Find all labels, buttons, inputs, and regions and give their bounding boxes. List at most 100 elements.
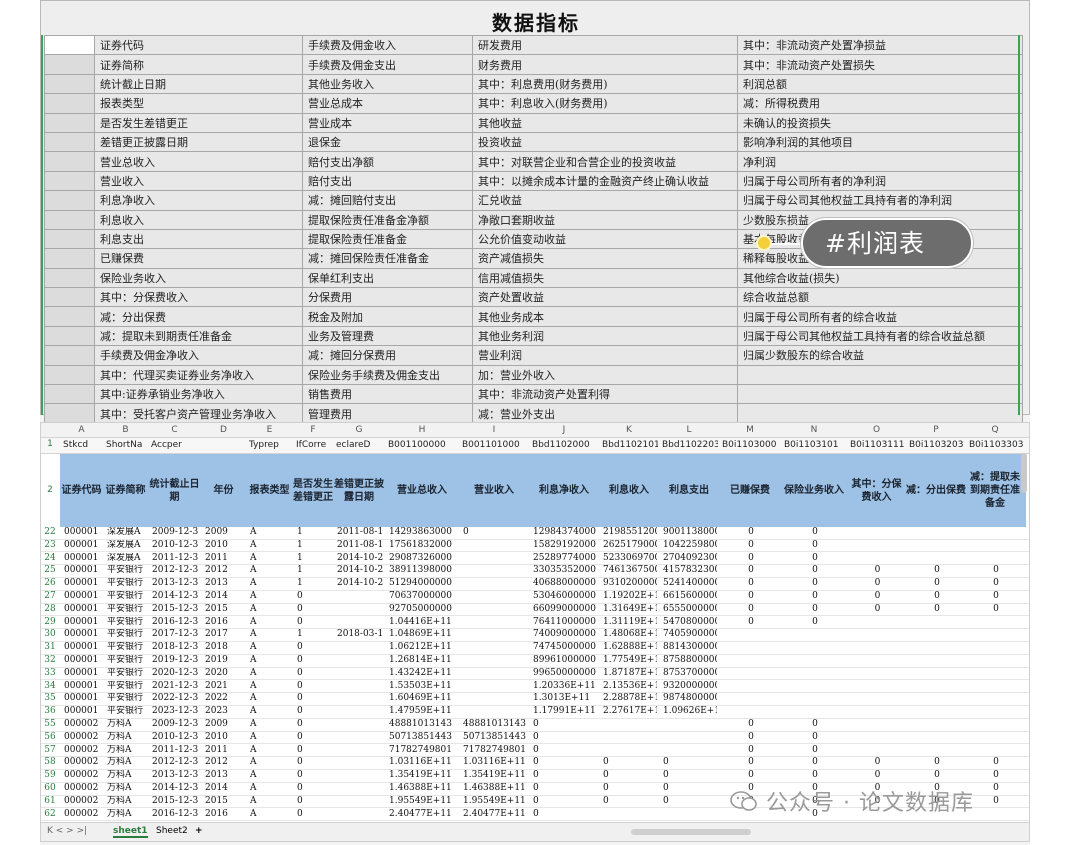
table-cell[interactable]: 2010	[205, 540, 244, 552]
table-cell[interactable]	[603, 719, 657, 731]
table-cell[interactable]: 0	[603, 770, 657, 782]
indicator-cell[interactable]	[737, 384, 1023, 405]
indicator-cell[interactable]: 归属于母公司所有者的净利润	[737, 170, 1023, 192]
table-cell[interactable]: 平安银行	[107, 668, 146, 680]
table-cell[interactable]	[851, 655, 904, 667]
table-cell[interactable]	[851, 553, 904, 565]
table-cell[interactable]: 70637000000	[389, 591, 457, 603]
table-cell[interactable]	[970, 540, 1022, 552]
field-code-cell[interactable]: B0i1103000	[722, 439, 780, 452]
field-code-cell[interactable]: Bbd1102203	[662, 439, 718, 452]
indicator-cell[interactable]: 投资收益	[472, 131, 738, 153]
indicator-cell[interactable]: 营业成本	[302, 112, 473, 133]
table-cell[interactable]: 0	[785, 578, 845, 590]
table-cell[interactable]: 0	[785, 617, 845, 629]
table-cell[interactable]: 0	[970, 770, 1022, 782]
column-letter[interactable]: P	[906, 423, 966, 437]
indicator-cell[interactable]: 赔付支出净额	[302, 151, 473, 172]
indicator-cell[interactable]: 减：营业外支出	[472, 403, 738, 424]
table-cell[interactable]: 1	[297, 629, 331, 641]
table-cell[interactable]: A	[250, 796, 291, 808]
row-number[interactable]: 24	[41, 553, 59, 565]
table-cell[interactable]: 1.77549E+11	[603, 655, 657, 667]
table-cell[interactable]: 2012	[205, 565, 244, 577]
table-cell[interactable]: 1.20336E+11	[533, 681, 597, 693]
table-cell[interactable]: 000001	[64, 668, 101, 680]
row-header-cell[interactable]	[44, 209, 95, 230]
indicator-cell[interactable]: 影响净利润的其他项目	[737, 131, 1023, 153]
table-cell[interactable]	[723, 706, 779, 718]
table-cell[interactable]: 2018-12-31	[152, 642, 199, 654]
table-cell[interactable]	[603, 809, 657, 821]
table-cell[interactable]: 1.3013E+11	[533, 693, 597, 705]
table-cell[interactable]: 0	[533, 732, 597, 744]
table-cell[interactable]: 66156000000	[663, 591, 717, 603]
indicator-cell[interactable]: 归属于母公司其他权益工具持有者的净利润	[737, 190, 1023, 211]
table-cell[interactable]: 2023-12-31	[152, 706, 199, 718]
row-header-cell[interactable]	[44, 384, 95, 405]
table-cell[interactable]: 1.46388E+11	[463, 783, 527, 795]
table-cell[interactable]: 0	[533, 757, 597, 769]
indicator-cell[interactable]: 统计截止日期	[94, 73, 303, 95]
table-cell[interactable]: 0	[297, 719, 331, 731]
field-code-cell[interactable]: ShortNa	[106, 439, 147, 452]
table-cell[interactable]: 74613675000	[603, 565, 657, 577]
table-cell[interactable]	[785, 642, 845, 654]
table-cell[interactable]: 1.31649E+11	[603, 604, 657, 616]
table-cell[interactable]	[910, 540, 964, 552]
table-cell[interactable]: 2011-12-31	[152, 553, 199, 565]
table-cell[interactable]: 74009000000	[533, 629, 597, 641]
column-letter[interactable]: F	[293, 423, 333, 437]
table-cell[interactable]: 0	[663, 796, 717, 808]
table-cell[interactable]: 平安银行	[107, 693, 146, 705]
indicator-cell[interactable]: 手续费及佣金收入	[302, 34, 473, 56]
table-cell[interactable]: 000001	[64, 540, 101, 552]
indicator-cell[interactable]: 未确认的投资损失	[737, 112, 1023, 133]
table-cell[interactable]: 平安银行	[107, 565, 146, 577]
indicator-cell[interactable]: 证券简称	[94, 54, 303, 75]
indicator-cell[interactable]: 赔付支出	[302, 170, 473, 192]
table-cell[interactable]: 48881013143	[389, 719, 457, 731]
table-cell[interactable]: 1	[297, 527, 331, 539]
table-cell[interactable]: 0	[723, 617, 779, 629]
table-cell[interactable]: A	[250, 565, 291, 577]
table-cell[interactable]: 0	[723, 604, 779, 616]
indicator-cell[interactable]: 减：摊回赔付支出	[302, 190, 473, 211]
table-cell[interactable]	[337, 719, 383, 731]
table-cell[interactable]	[463, 668, 527, 680]
table-cell[interactable]: 17561832000	[389, 540, 457, 552]
table-cell[interactable]: 76411000000	[533, 617, 597, 629]
table-cell[interactable]	[910, 693, 964, 705]
table-cell[interactable]: 0	[297, 745, 331, 757]
table-cell[interactable]: 0	[297, 591, 331, 603]
table-cell[interactable]: 48881013143	[463, 719, 527, 731]
table-cell[interactable]	[337, 617, 383, 629]
table-cell[interactable]	[337, 681, 383, 693]
column-letter[interactable]: A	[60, 423, 103, 437]
row-header-cell[interactable]	[44, 267, 95, 289]
row-header-cell[interactable]	[44, 112, 95, 133]
indicator-cell[interactable]: 资产减值损失	[472, 248, 738, 269]
table-cell[interactable]: 0	[533, 796, 597, 808]
table-cell[interactable]: 2016-12-31	[152, 809, 199, 821]
table-cell[interactable]: 2012	[205, 757, 244, 769]
row-number[interactable]: 61	[41, 796, 59, 808]
table-cell[interactable]: 2023	[205, 706, 244, 718]
table-cell[interactable]	[337, 591, 383, 603]
table-cell[interactable]	[970, 553, 1022, 565]
table-cell[interactable]: 51294000000	[389, 578, 457, 590]
table-cell[interactable]: 平安银行	[107, 617, 146, 629]
table-cell[interactable]: 0	[533, 809, 597, 821]
indicator-cell[interactable]: 是否发生差错更正	[94, 112, 303, 133]
table-cell[interactable]: 0	[723, 565, 779, 577]
table-cell[interactable]	[603, 732, 657, 744]
indicator-cell[interactable]: 营业总成本	[302, 93, 473, 114]
table-cell[interactable]	[663, 719, 717, 731]
table-cell[interactable]: 71782749801	[463, 745, 527, 757]
field-code-cell[interactable]: Accper	[151, 439, 200, 452]
table-cell[interactable]: 0	[663, 757, 717, 769]
table-cell[interactable]: 2021-12-31	[152, 681, 199, 693]
table-cell[interactable]: 1.26814E+11	[389, 655, 457, 667]
table-cell[interactable]	[851, 540, 904, 552]
row-number[interactable]: 22	[41, 527, 59, 539]
